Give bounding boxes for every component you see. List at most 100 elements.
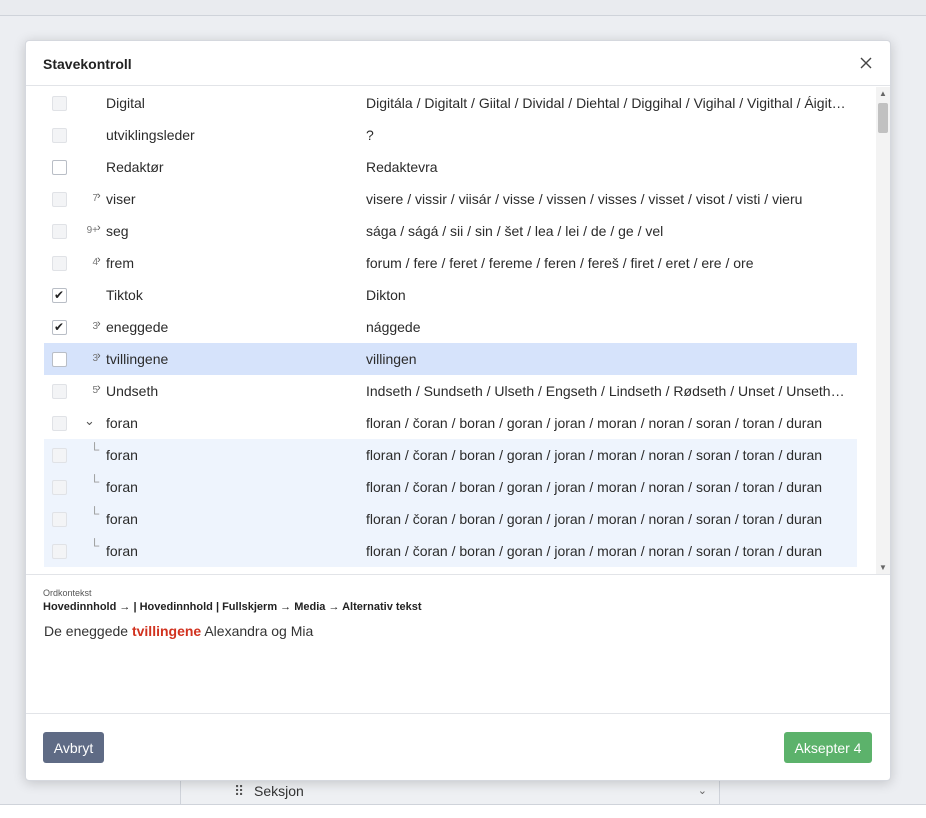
chevron-right-icon[interactable]: › xyxy=(97,382,101,394)
chevron-down-icon[interactable]: ⌄ xyxy=(84,413,95,429)
misspelled-word: eneggede xyxy=(106,319,169,335)
misspelled-word: foran xyxy=(106,511,138,527)
chevron-right-icon[interactable]: › xyxy=(97,318,101,330)
accept-button[interactable]: Aksepter 4 xyxy=(784,732,872,763)
suggestions[interactable]: nággede xyxy=(366,319,851,335)
context-label: Ordkontekst xyxy=(43,588,92,598)
list-item[interactable]: utviklingsleder? xyxy=(44,119,857,151)
misspelling-list: Digital Digitála / Digitalt / Giital / Di… xyxy=(26,87,890,574)
row-checkbox xyxy=(52,384,67,399)
misspelled-word: viser xyxy=(106,191,136,207)
scroll-up-icon[interactable]: ▲ xyxy=(879,89,887,98)
checkmark-icon: ✔ xyxy=(54,320,65,334)
list-item[interactable]: Redaktør Redaktevra xyxy=(44,151,857,183)
close-icon[interactable] xyxy=(856,53,876,73)
word-context-panel: Ordkontekst Hovedinnhold → | Hovedinnhol… xyxy=(26,574,890,713)
section-label: Seksjon xyxy=(254,783,304,799)
list-item[interactable]: 4 › frem forum / fere / feret / fereme / fe… xyxy=(44,247,857,279)
row-checkbox[interactable]: ✔ xyxy=(52,288,67,303)
misspelled-word: foran xyxy=(106,415,138,431)
misspelled-word: foran xyxy=(106,447,138,463)
suggestion-count: 3 xyxy=(92,321,98,332)
suggestion-count: 7 xyxy=(92,193,98,204)
context-sentence: De eneggede tvillingene Alexandra og Mia xyxy=(44,623,313,639)
row-checkbox[interactable] xyxy=(52,352,67,367)
spellcheck-dialog: Stavekontroll Digital Digitála / Digitalt… xyxy=(25,40,891,781)
list-scrollbar[interactable]: ▲ ▼ xyxy=(876,87,890,574)
suggestions[interactable]: visere / vissir / viisár / visse / visse… xyxy=(366,191,851,207)
list-item[interactable]: ⌄ foran floran / čoran / boran / goran / j… xyxy=(44,407,857,439)
suggestions[interactable]: Digitála / Digitalt / Giital / Dividal /… xyxy=(366,95,851,111)
list-item[interactable]: Digital Digitála / Digitalt / Giital / Di… xyxy=(44,87,857,119)
row-checkbox xyxy=(52,224,67,239)
scroll-down-icon[interactable]: ▼ xyxy=(879,563,887,572)
misspelled-word: utviklingsleder xyxy=(106,127,195,143)
chevron-down-icon[interactable]: ⌄ xyxy=(698,784,707,797)
row-checkbox xyxy=(52,544,67,559)
list-item-child[interactable]: └ foran floran / čoran / boran / goran / j… xyxy=(44,503,857,535)
row-checkbox xyxy=(52,96,67,111)
row-checkbox xyxy=(52,512,67,527)
list-item[interactable]: 5 › Undseth Indseth / Sundseth / Ulseth / E… xyxy=(44,375,857,407)
context-before: De eneggede xyxy=(44,623,129,639)
suggestions[interactable]: floran / čoran / boran / goran / joran /… xyxy=(366,543,851,559)
context-highlight: tvillingene xyxy=(131,623,202,639)
list-item[interactable]: 3 › tvillingene villingen xyxy=(44,343,857,375)
tree-branch-icon: └ xyxy=(90,506,100,521)
suggestions[interactable]: floran / čoran / boran / goran / joran /… xyxy=(366,415,851,431)
suggestions[interactable]: Dikton xyxy=(366,287,851,303)
list-item[interactable]: 9+ › seg sága / ságá / sii / sin / šet / le… xyxy=(44,215,857,247)
row-checkbox[interactable]: ✔ xyxy=(52,320,67,335)
tree-branch-icon: └ xyxy=(90,474,100,489)
dialog-title: Stavekontroll xyxy=(43,56,132,72)
suggestions[interactable]: Redaktevra xyxy=(366,159,851,175)
context-after: Alexandra og Mia xyxy=(204,623,314,639)
row-checkbox xyxy=(52,128,67,143)
checkmark-icon: ✔ xyxy=(54,288,65,302)
misspelled-word: Digital xyxy=(106,95,145,111)
row-checkbox xyxy=(52,192,67,207)
suggestions[interactable]: floran / čoran / boran / goran / joran /… xyxy=(366,511,851,527)
misspelled-word: tvillingene xyxy=(106,351,169,367)
chevron-right-icon[interactable]: › xyxy=(97,190,101,202)
list-item-child[interactable]: └ foran floran / čoran / boran / goran / j… xyxy=(44,471,857,503)
suggestions[interactable]: forum / fere / feret / fereme / feren / … xyxy=(366,255,851,271)
suggestions[interactable]: floran / čoran / boran / goran / joran /… xyxy=(366,479,851,495)
list-item-child[interactable]: └ foran floran / čoran / boran / goran / j… xyxy=(44,439,857,471)
misspelled-word: frem xyxy=(106,255,134,271)
misspelled-word: Tiktok xyxy=(106,287,143,303)
suggestions[interactable]: Indseth / Sundseth / Ulseth / Engseth / … xyxy=(366,383,851,399)
list-item[interactable]: ✔ 3 › eneggede nággede xyxy=(44,311,857,343)
row-checkbox[interactable] xyxy=(52,160,67,175)
misspelled-word: foran xyxy=(106,543,138,559)
misspelled-word: seg xyxy=(106,223,129,239)
tree-branch-icon: └ xyxy=(90,538,100,553)
tree-branch-icon: └ xyxy=(90,442,100,457)
suggestions[interactable]: floran / čoran / boran / goran / joran /… xyxy=(366,447,851,463)
context-path: Hovedinnhold → | Hovedinnhold | Fullskje… xyxy=(43,601,422,613)
list-item[interactable]: ✔ Tiktok Dikton xyxy=(44,279,857,311)
misspelled-word: foran xyxy=(106,479,138,495)
row-checkbox xyxy=(52,448,67,463)
suggestions[interactable]: ? xyxy=(366,127,851,143)
cancel-button[interactable]: Avbryt xyxy=(43,732,104,763)
row-checkbox xyxy=(52,256,67,271)
suggestions[interactable]: villingen xyxy=(366,351,851,367)
page-bottom-strip xyxy=(0,805,926,818)
suggestion-count: 4 xyxy=(92,257,98,268)
chevron-right-icon[interactable]: › xyxy=(97,222,101,234)
scroll-thumb[interactable] xyxy=(878,103,888,133)
misspelled-word: Undseth xyxy=(106,383,159,399)
suggestions[interactable]: sága / ságá / sii / sin / šet / lea / le… xyxy=(366,223,851,239)
list-item-child[interactable]: └ foran floran / čoran / boran / goran / j… xyxy=(44,535,857,567)
chevron-right-icon[interactable]: › xyxy=(97,254,101,266)
section-block[interactable]: ⠿ Seksjon ⌄ xyxy=(180,778,720,805)
row-checkbox xyxy=(52,480,67,495)
drag-handle-icon[interactable]: ⠿ xyxy=(234,783,244,800)
dialog-header: Stavekontroll xyxy=(26,41,890,86)
suggestion-count: 5 xyxy=(92,385,98,396)
dialog-footer: Avbryt Aksepter 4 xyxy=(26,713,890,780)
misspelled-word: Redaktør xyxy=(106,159,164,175)
chevron-right-icon[interactable]: › xyxy=(97,350,101,362)
list-item[interactable]: 7 › viser visere / vissir / viisár / visse … xyxy=(44,183,857,215)
